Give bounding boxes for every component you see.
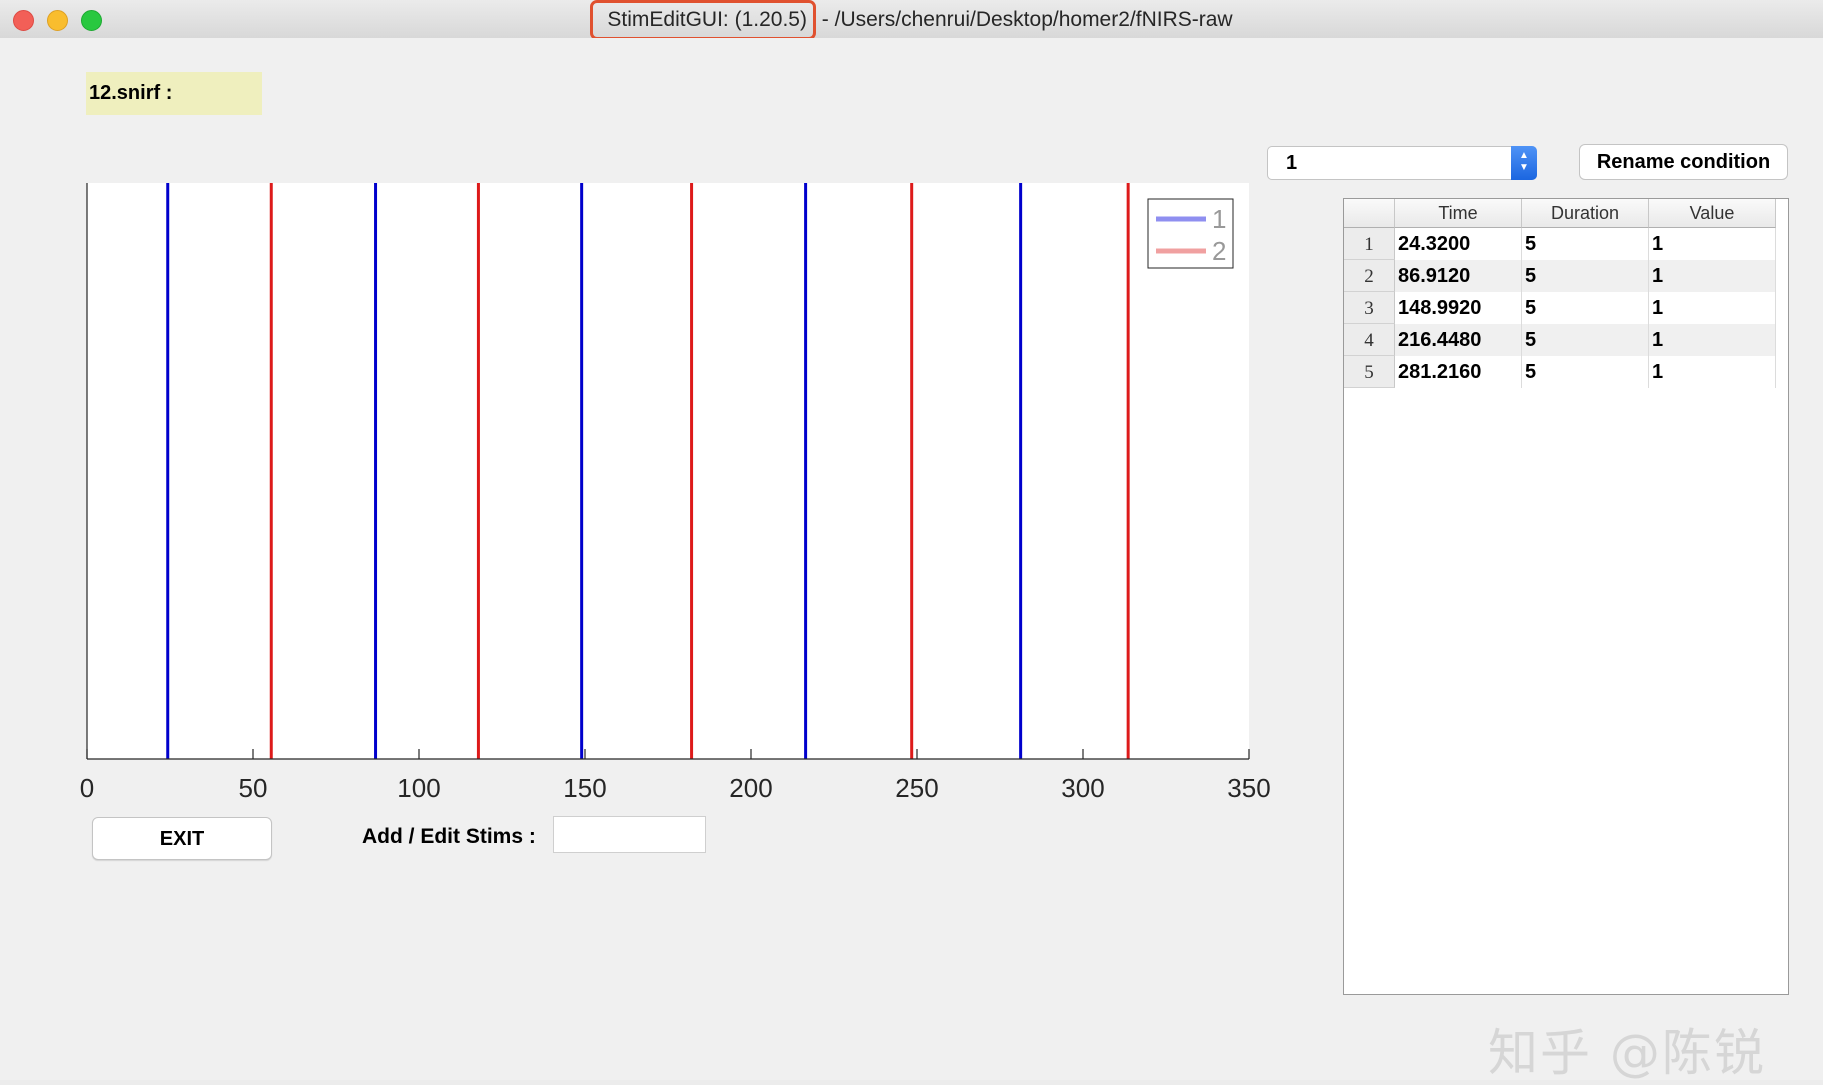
rename-condition-button[interactable]: Rename condition (1579, 144, 1788, 180)
main-content: 12.snirf : 0 50 100 150 200 250 300 350 1 2 EXIT … (0, 38, 1823, 1082)
stim-plot[interactable]: 0 50 100 150 200 250 300 350 1 2 (60, 142, 1280, 802)
legend-label-1: 1 (1212, 204, 1226, 234)
row-index: 3 (1344, 292, 1395, 324)
x-tick-label: 300 (1061, 773, 1104, 802)
value-cell[interactable]: 1 (1649, 292, 1776, 324)
duration-cell[interactable]: 5 (1522, 228, 1649, 260)
time-cell[interactable]: 86.9120 (1395, 260, 1522, 292)
duration-cell[interactable]: 5 (1522, 356, 1649, 388)
time-cell[interactable]: 148.9920 (1395, 292, 1522, 324)
row-index: 4 (1344, 324, 1395, 356)
stims-table[interactable]: Time Duration Value 1 24.3200 5 1 2 86.9120 5 1… (1343, 198, 1789, 995)
value-cell[interactable]: 1 (1649, 324, 1776, 356)
time-cell[interactable]: 281.2160 (1395, 356, 1522, 388)
table-corner-cell (1344, 199, 1395, 228)
row-index: 1 (1344, 228, 1395, 260)
table-row[interactable]: 1 24.3200 5 1 (1344, 228, 1776, 260)
table-row[interactable]: 4 216.4480 5 1 (1344, 324, 1776, 356)
value-cell[interactable]: 1 (1649, 228, 1776, 260)
row-index: 2 (1344, 260, 1395, 292)
time-cell[interactable]: 216.4480 (1395, 324, 1522, 356)
value-cell[interactable]: 1 (1649, 356, 1776, 388)
column-header-duration[interactable]: Duration (1522, 199, 1649, 228)
file-label: 12.snirf : (86, 72, 262, 115)
duration-cell[interactable]: 5 (1522, 292, 1649, 324)
plot-area (87, 183, 1249, 759)
column-header-value[interactable]: Value (1649, 199, 1776, 228)
table-header: Time Duration Value (1344, 199, 1776, 228)
x-tick-label: 150 (563, 773, 606, 802)
watermark: 知乎 @陈锐 (1488, 1024, 1766, 1082)
table-row[interactable]: 5 281.2160 5 1 (1344, 356, 1776, 388)
x-tick-label: 50 (239, 773, 268, 802)
time-cell[interactable]: 24.3200 (1395, 228, 1522, 260)
add-edit-stims-input[interactable] (553, 816, 706, 853)
x-tick-label: 350 (1227, 773, 1270, 802)
window-title-app: StimEditGUI: (1.20.5) (590, 0, 816, 40)
x-tick-label: 200 (729, 773, 772, 802)
duration-cell[interactable]: 5 (1522, 324, 1649, 356)
x-tick-label: 250 (895, 773, 938, 802)
table-row[interactable]: 3 148.9920 5 1 (1344, 292, 1776, 324)
condition-select[interactable]: 1 ▲ ▼ (1267, 146, 1537, 180)
x-tick-label: 0 (80, 773, 94, 802)
x-tick-label: 100 (397, 773, 440, 802)
condition-select-value: 1 (1286, 152, 1298, 174)
add-edit-stims-label: Add / Edit Stims : (362, 825, 536, 848)
window-title: StimEditGUI: (1.20.5) - /Users/chenrui/D… (0, 0, 1823, 40)
duration-cell[interactable]: 5 (1522, 260, 1649, 292)
window-title-path: - /Users/chenrui/Desktop/homer2/fNIRS-ra… (815, 8, 1233, 31)
updown-arrows-icon: ▲ ▼ (1511, 146, 1537, 180)
exit-button[interactable]: EXIT (92, 817, 272, 860)
column-header-time[interactable]: Time (1395, 199, 1522, 228)
value-cell[interactable]: 1 (1649, 260, 1776, 292)
stim-plot-svg[interactable]: 0 50 100 150 200 250 300 350 12 (60, 142, 1280, 802)
row-index: 5 (1344, 356, 1395, 388)
table-row[interactable]: 2 86.9120 5 1 (1344, 260, 1776, 292)
legend-label-2: 2 (1212, 236, 1226, 266)
window-titlebar: StimEditGUI: (1.20.5) - /Users/chenrui/D… (0, 0, 1823, 40)
